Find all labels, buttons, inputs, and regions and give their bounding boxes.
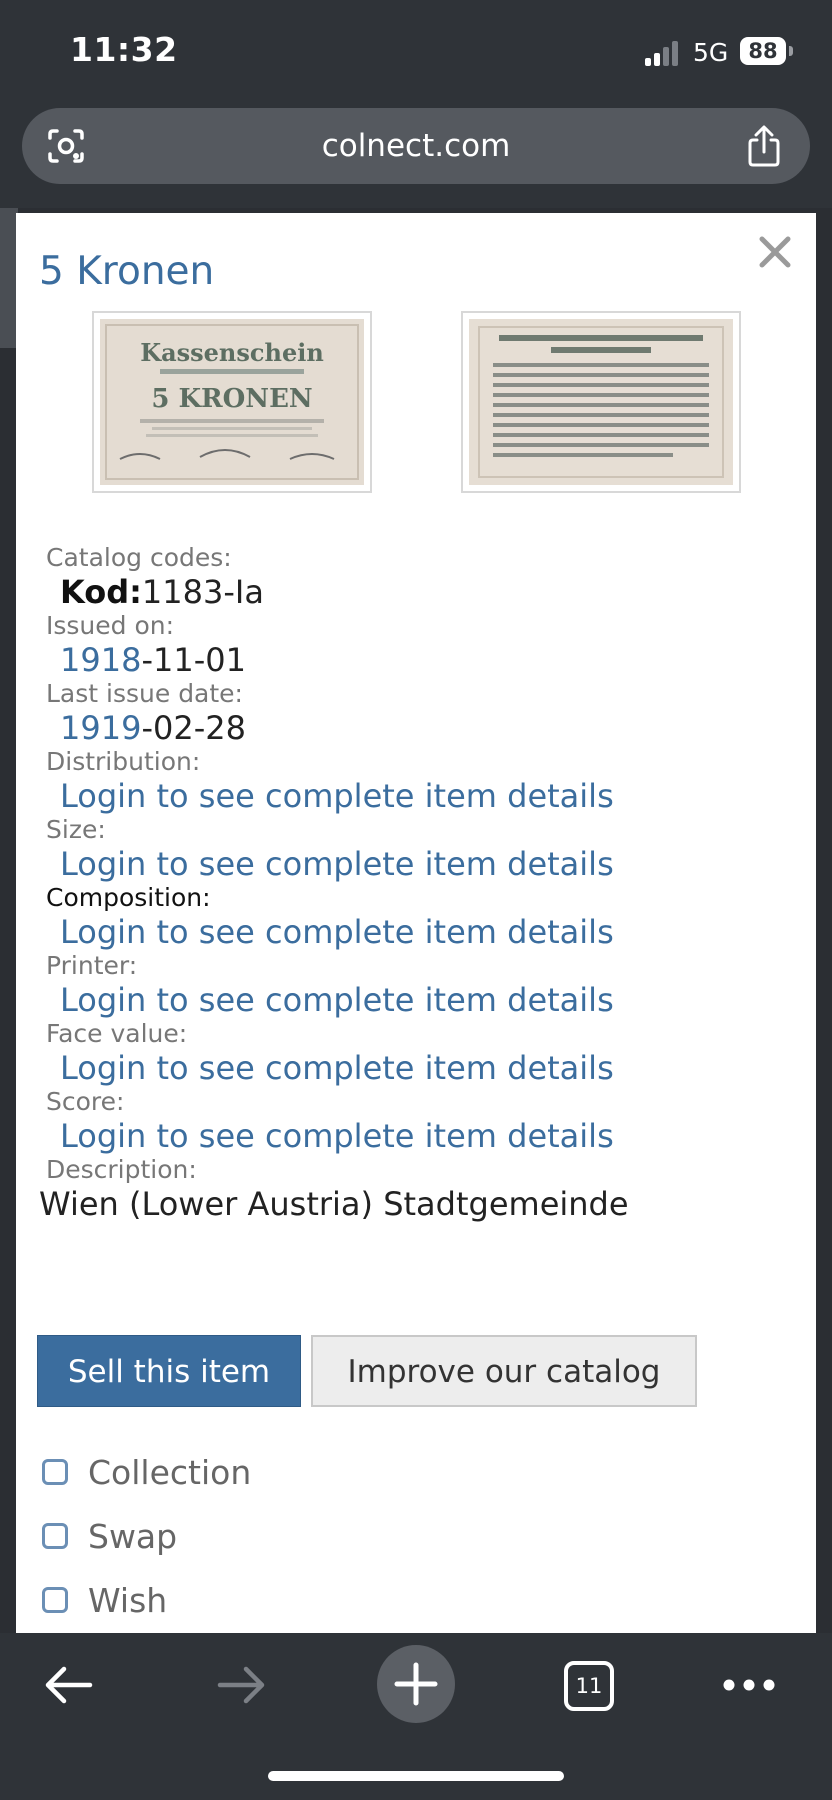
address-bar[interactable]: colnect.com [22, 108, 810, 184]
issued-on-value: 1918-11-01 [46, 643, 796, 677]
share-icon[interactable] [744, 124, 784, 168]
size-label: Size: [46, 815, 106, 844]
printer-label: Printer: [46, 951, 138, 980]
composition-login-link[interactable]: Login to see complete item details [46, 915, 796, 949]
composition-label: Composition: [46, 883, 211, 912]
banknote-back-image[interactable] [461, 311, 741, 493]
collection-option[interactable]: Collection [42, 1451, 442, 1501]
banknote-front-image[interactable]: Kassenschein 5 KRONEN [92, 311, 372, 493]
new-tab-plus-icon[interactable] [377, 1645, 455, 1723]
front-heading: Kassenschein [140, 338, 324, 367]
last-issue-date-label: Last issue date: [46, 679, 243, 708]
face-value-login-link[interactable]: Login to see complete item details [46, 1051, 796, 1085]
item-details-modal: 5 Kronen Kassenschein 5 KRONEN Catalog c… [16, 213, 816, 1633]
catalog-code-prefix: Kod: [60, 573, 142, 611]
distribution-login-link[interactable]: Login to see complete item details [46, 779, 796, 813]
url-text[interactable]: colnect.com [22, 108, 810, 184]
collection-checkbox[interactable] [42, 1459, 68, 1485]
sell-item-button[interactable]: Sell this item [37, 1335, 301, 1407]
back-arrow-icon[interactable] [42, 1663, 94, 1707]
home-indicator [268, 1771, 564, 1781]
status-bar: 11:32 5G 88 [0, 0, 832, 100]
swap-label[interactable]: Swap [88, 1515, 177, 1559]
battery-icon: 88 [740, 37, 786, 65]
swap-option[interactable]: Swap [42, 1515, 442, 1565]
close-icon[interactable] [756, 233, 794, 271]
tab-switcher-icon[interactable]: 11 [564, 1661, 614, 1711]
banknote-front-illustration: Kassenschein 5 KRONEN [100, 319, 364, 485]
issued-year-link[interactable]: 1918 [60, 641, 141, 679]
score-label: Score: [46, 1087, 125, 1116]
wish-option[interactable]: Wish [42, 1579, 442, 1629]
face-value-label: Face value: [46, 1019, 188, 1048]
catalog-code: 1183-Ia [141, 573, 264, 611]
catalog-codes-label: Catalog codes: [46, 543, 232, 572]
front-denomination: 5 KRONEN [151, 384, 312, 414]
signal-icon [645, 40, 681, 66]
page-settings-icon[interactable] [46, 128, 86, 164]
item-title: 5 Kronen [39, 249, 215, 294]
wish-label[interactable]: Wish [88, 1579, 167, 1623]
network-type: 5G [693, 38, 729, 67]
issued-on-label: Issued on: [46, 611, 175, 640]
catalog-codes-value: Kod:1183-Ia [46, 575, 796, 609]
banknote-back-illustration [469, 319, 733, 485]
swap-checkbox[interactable] [42, 1523, 68, 1549]
distribution-label: Distribution: [46, 747, 201, 776]
collection-label[interactable]: Collection [88, 1451, 251, 1495]
battery-tip [789, 46, 793, 56]
description-label: Description: [46, 1155, 197, 1184]
score-login-link[interactable]: Login to see complete item details [46, 1119, 796, 1153]
last-issue-year-link[interactable]: 1919 [60, 709, 141, 747]
forward-arrow-icon[interactable] [216, 1663, 268, 1707]
more-menu-icon[interactable] [722, 1677, 776, 1693]
description-value: Wien (Lower Austria) Stadtgemeinde [39, 1185, 629, 1223]
printer-login-link[interactable]: Login to see complete item details [46, 983, 796, 1017]
last-issue-date-value: 1919-02-28 [46, 711, 796, 745]
status-time: 11:32 [70, 30, 178, 69]
improve-catalog-button[interactable]: Improve our catalog [311, 1335, 697, 1407]
wish-checkbox[interactable] [42, 1587, 68, 1613]
item-details: Catalog codes: Kod:1183-Ia Issued on: 19… [39, 541, 796, 1221]
size-login-link[interactable]: Login to see complete item details [46, 847, 796, 881]
issued-date-rest: -11-01 [141, 641, 246, 679]
last-issue-date-rest: -02-28 [141, 709, 246, 747]
